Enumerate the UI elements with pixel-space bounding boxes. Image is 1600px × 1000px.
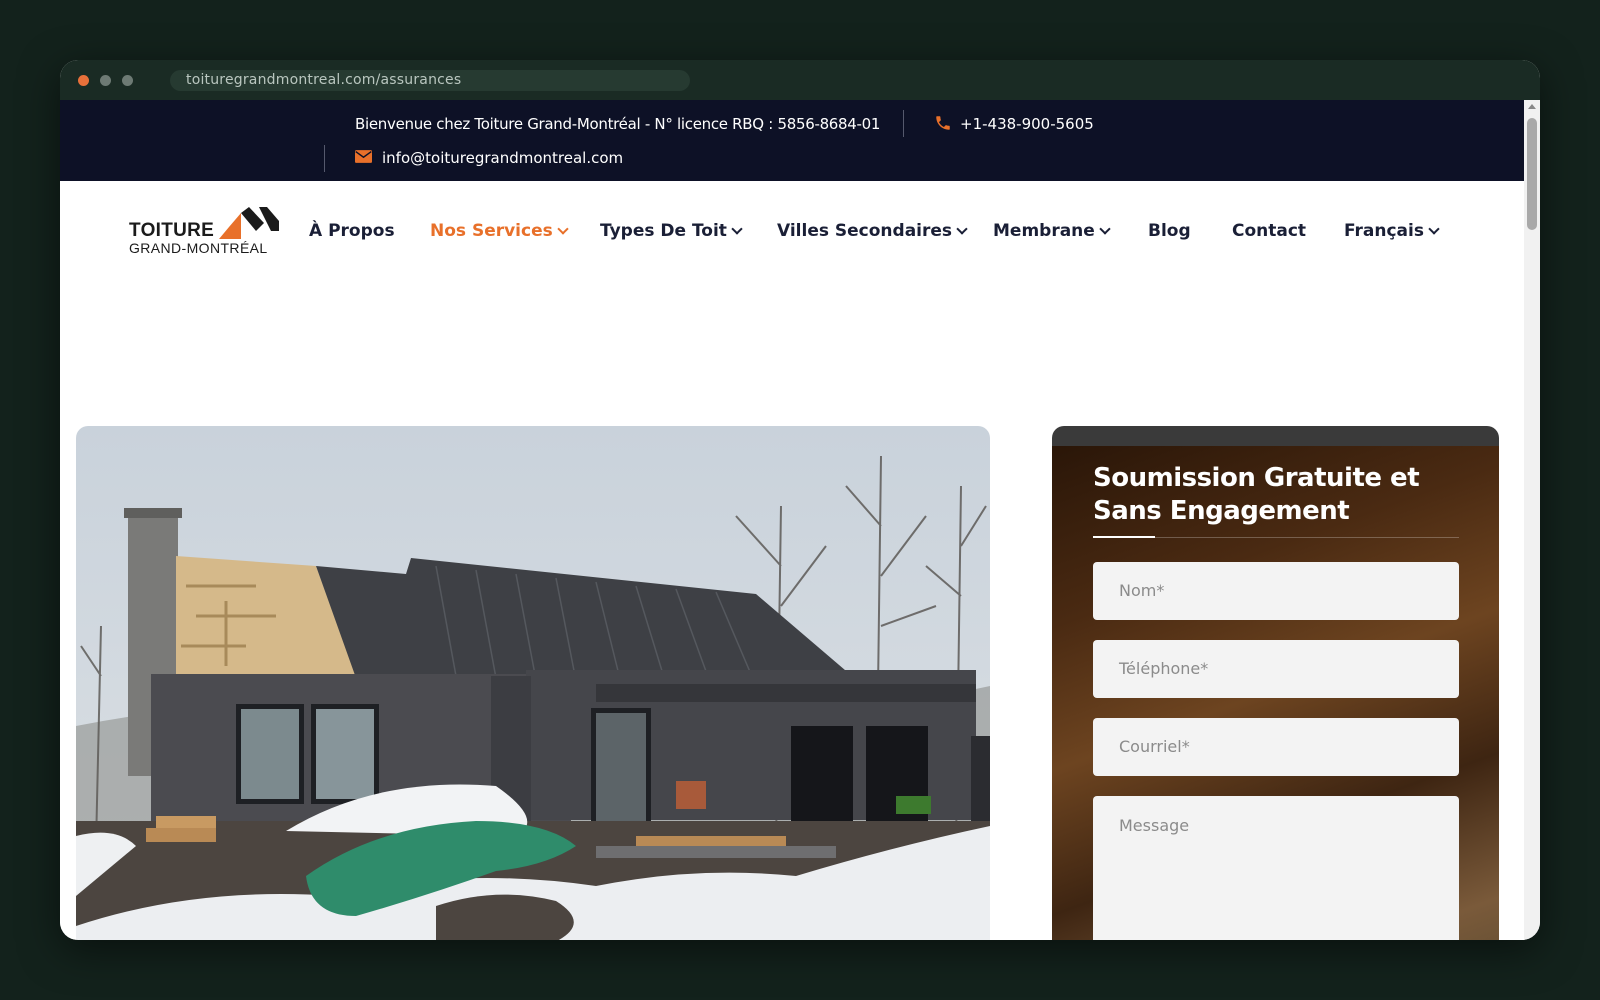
vertical-scrollbar[interactable]	[1524, 100, 1540, 940]
divider	[324, 145, 325, 172]
nav-label: Français	[1344, 221, 1424, 241]
email-link[interactable]: info@toituregrandmontreal.com	[382, 149, 623, 167]
chevron-down-icon	[1099, 223, 1111, 235]
nav-item-blog[interactable]: Blog	[1148, 221, 1191, 241]
divider	[903, 110, 904, 137]
address-bar[interactable]: toituregrandmontreal.com/assurances	[170, 70, 690, 91]
nav-item-villes-secondaires[interactable]: Villes Secondaires	[777, 221, 968, 241]
email-input[interactable]: Courriel*	[1093, 718, 1459, 776]
nav-item-types-de-toit[interactable]: Types De Toit	[600, 221, 743, 241]
close-window-button[interactable]	[78, 75, 89, 86]
phone-link[interactable]: +1-438-900-5605	[960, 115, 1094, 133]
nav-item-francais[interactable]: Français	[1344, 221, 1440, 241]
message-textarea[interactable]: Message	[1093, 796, 1459, 940]
top-info-bar: Bienvenue chez Toiture Grand-Montréal - …	[60, 100, 1524, 181]
quote-form-card: Soumission Gratuite et Sans Engagement N…	[1052, 426, 1499, 940]
nav-label: Contact	[1232, 221, 1307, 241]
browser-titlebar: toituregrandmontreal.com/assurances	[60, 60, 1540, 100]
minimize-window-button[interactable]	[100, 75, 111, 86]
nav-label: Villes Secondaires	[777, 221, 953, 241]
name-input[interactable]: Nom*	[1093, 562, 1459, 620]
maximize-window-button[interactable]	[122, 75, 133, 86]
title-underline	[1093, 536, 1155, 538]
nav-item-a-propos[interactable]: À Propos	[309, 221, 395, 241]
logo-subtext: GRAND-MONTRÉAL	[129, 240, 268, 256]
roof-logo-icon	[219, 207, 279, 239]
nav-label: À Propos	[309, 221, 395, 241]
message-placeholder: Message	[1119, 816, 1190, 835]
phone-input[interactable]: Téléphone*	[1093, 640, 1459, 698]
nav-label: Nos Services	[430, 221, 553, 241]
chevron-down-icon	[956, 223, 968, 235]
nav-item-nos-services[interactable]: Nos Services	[430, 221, 569, 241]
nav-item-membrane[interactable]: Membrane	[993, 221, 1111, 241]
nav-label: Types De Toit	[600, 221, 727, 241]
chevron-down-icon	[731, 223, 743, 235]
house-roof-photo	[76, 426, 990, 940]
chevron-down-icon	[1428, 223, 1440, 235]
site-logo[interactable]: TOITURE GRAND-MONTRÉAL	[129, 207, 279, 259]
scroll-up-icon[interactable]	[1528, 104, 1536, 109]
scrollbar-thumb[interactable]	[1527, 118, 1537, 230]
phone-icon	[936, 116, 950, 130]
browser-window: toituregrandmontreal.com/assurances Bien…	[60, 60, 1540, 940]
nav-item-contact[interactable]: Contact	[1232, 221, 1306, 241]
chevron-down-icon	[557, 223, 569, 235]
form-title: Soumission Gratuite et Sans Engagement	[1093, 463, 1420, 526]
logo-text: TOITURE	[129, 220, 215, 241]
nav-label: Membrane	[993, 221, 1095, 241]
house-photo-illustration	[76, 426, 990, 940]
nav-label: Blog	[1148, 221, 1191, 241]
welcome-text: Bienvenue chez Toiture Grand-Montréal - …	[355, 115, 881, 133]
main-navbar: TOITURE GRAND-MONTRÉAL À Propos Nos Serv…	[60, 181, 1524, 281]
web-page: Bienvenue chez Toiture Grand-Montréal - …	[60, 100, 1524, 940]
envelope-icon	[355, 150, 372, 163]
